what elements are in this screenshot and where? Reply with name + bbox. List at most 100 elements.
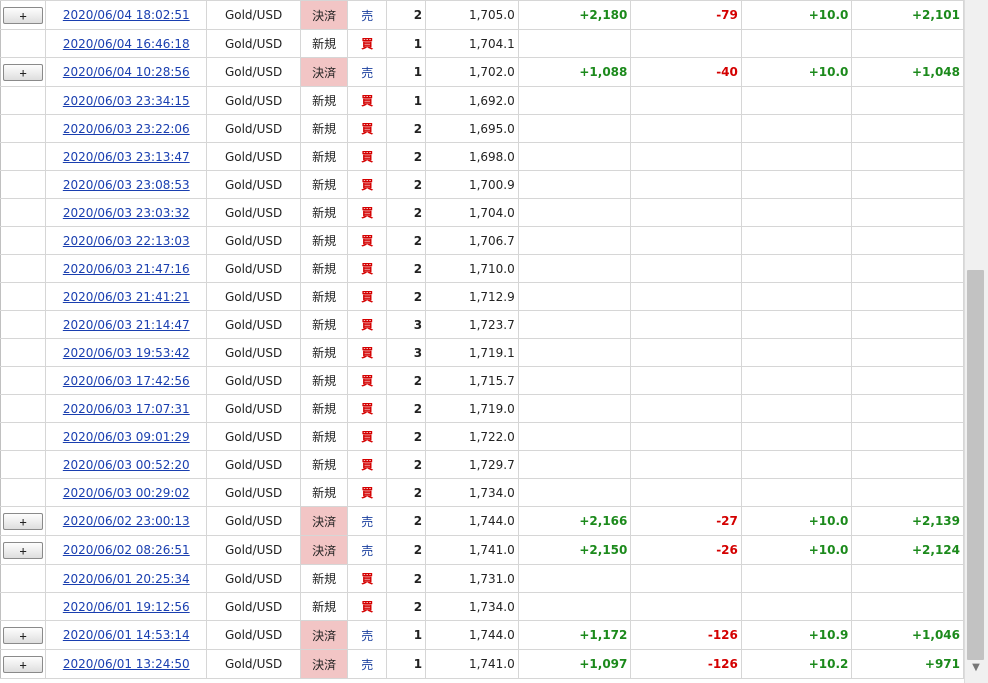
quantity-value: 2 xyxy=(413,401,423,416)
trade-time-cell: 2020/06/01 20:25:34 xyxy=(45,564,208,593)
expand-cell xyxy=(0,29,47,58)
quantity-value: 2 xyxy=(413,121,423,136)
price-value: 1,734.0 xyxy=(468,599,515,614)
side-cell: 買 xyxy=(347,282,388,311)
total-cell xyxy=(851,29,964,58)
trade-time-link[interactable]: 2020/06/03 23:34:15 xyxy=(63,94,190,108)
trade-time-link[interactable]: 2020/06/03 21:47:16 xyxy=(63,262,190,276)
expand-cell xyxy=(0,226,47,255)
profit-loss-cell xyxy=(517,564,632,593)
trade-time-link[interactable]: 2020/06/03 00:52:20 xyxy=(63,458,190,472)
expand-row-button[interactable]: + xyxy=(3,626,44,644)
commission-cell: +10.2 xyxy=(740,649,853,679)
quantity-cell: 2 xyxy=(386,366,427,395)
price-value: 1,722.0 xyxy=(468,429,515,444)
side-cell: 買 xyxy=(347,29,388,58)
trade-time-link[interactable]: 2020/06/03 23:13:47 xyxy=(63,150,190,164)
symbol-value: Gold/USD xyxy=(224,233,283,248)
trade-time-link[interactable]: 2020/06/03 23:22:06 xyxy=(63,122,190,136)
expand-cell xyxy=(0,394,47,423)
quantity-cell: 1 xyxy=(386,29,427,58)
swap-cell xyxy=(630,198,742,227)
table-row: 2020/06/03 17:07:31 Gold/USD 新規 買 2 1,719.0 xyxy=(0,394,964,423)
trade-time-link[interactable]: 2020/06/03 17:42:56 xyxy=(63,374,190,388)
profit-loss-cell xyxy=(517,450,632,479)
symbol-cell: Gold/USD xyxy=(206,564,301,593)
side-cell: 買 xyxy=(347,592,388,621)
table-row: 2020/06/03 00:52:20 Gold/USD 新規 買 2 1,729.7 xyxy=(0,450,964,479)
expand-row-button[interactable]: + xyxy=(3,541,44,559)
trade-time-link[interactable]: 2020/06/01 13:24:50 xyxy=(63,657,190,671)
swap-cell xyxy=(630,29,742,58)
table-row: +2020/06/01 14:53:14 Gold/USD 決済 売 1 1,744.0 +… xyxy=(0,620,964,650)
price-cell: 1,729.7 xyxy=(425,450,519,479)
expand-cell xyxy=(0,478,47,507)
side-value: 売 xyxy=(361,514,374,529)
expand-cell xyxy=(0,422,47,451)
commission-cell xyxy=(740,142,853,171)
trade-time-link[interactable]: 2020/06/03 00:29:02 xyxy=(63,486,190,500)
commission-cell xyxy=(740,86,853,115)
expand-row-button[interactable]: + xyxy=(3,512,44,530)
expand-row-button[interactable]: + xyxy=(3,655,44,673)
expand-cell: + xyxy=(0,0,47,30)
expand-cell xyxy=(0,170,47,199)
trade-time-link[interactable]: 2020/06/01 19:12:56 xyxy=(63,600,190,614)
trade-time-link[interactable]: 2020/06/03 23:03:32 xyxy=(63,206,190,220)
total-cell xyxy=(851,198,964,227)
profit-loss-cell xyxy=(517,29,632,58)
profit-loss-cell: +2,180 xyxy=(517,0,632,30)
trade-time-link[interactable]: 2020/06/04 16:46:18 xyxy=(63,37,190,51)
trade-time-link[interactable]: 2020/06/03 23:08:53 xyxy=(63,178,190,192)
symbol-value: Gold/USD xyxy=(224,65,283,79)
trade-time-link[interactable]: 2020/06/02 23:00:13 xyxy=(63,514,190,528)
trade-type-value: 新規 xyxy=(312,150,337,164)
profit-loss-cell xyxy=(517,338,632,367)
swap-cell xyxy=(630,450,742,479)
trade-time-link[interactable]: 2020/06/04 10:28:56 xyxy=(63,65,190,79)
price-cell: 1,734.0 xyxy=(425,592,519,621)
expand-row-button[interactable]: + xyxy=(3,63,44,81)
total-cell xyxy=(851,86,964,115)
side-value: 売 xyxy=(361,65,374,80)
quantity-value: 2 xyxy=(413,429,423,444)
trade-time-link[interactable]: 2020/06/01 20:25:34 xyxy=(63,572,190,586)
quantity-cell: 3 xyxy=(386,338,427,367)
trade-type-cell: 新規 xyxy=(299,564,349,593)
trade-time-cell: 2020/06/03 17:07:31 xyxy=(45,394,208,423)
swap-cell xyxy=(630,564,742,593)
symbol-cell: Gold/USD xyxy=(206,29,301,58)
trade-time-link[interactable]: 2020/06/03 09:01:29 xyxy=(63,430,190,444)
side-value: 買 xyxy=(361,94,374,108)
swap-cell: -126 xyxy=(630,649,742,679)
profit-loss-cell xyxy=(517,592,632,621)
trade-time-cell: 2020/06/03 09:01:29 xyxy=(45,422,208,451)
total-cell: +2,139 xyxy=(851,506,964,536)
trade-time-link[interactable]: 2020/06/03 21:14:47 xyxy=(63,318,190,332)
trade-time-link[interactable]: 2020/06/03 17:07:31 xyxy=(63,402,190,416)
symbol-cell: Gold/USD xyxy=(206,86,301,115)
trade-time-link[interactable]: 2020/06/03 22:13:03 xyxy=(63,234,190,248)
trade-time-link[interactable]: 2020/06/01 14:53:14 xyxy=(63,628,190,642)
expand-row-button[interactable]: + xyxy=(3,6,44,24)
symbol-value: Gold/USD xyxy=(224,457,283,472)
commission-value: +10.0 xyxy=(808,8,849,22)
table-row: +2020/06/01 13:24:50 Gold/USD 決済 売 1 1,741.0 +… xyxy=(0,649,964,679)
price-cell: 1,723.7 xyxy=(425,310,519,339)
quantity-value: 2 xyxy=(413,289,423,304)
vertical-scrollbar[interactable]: ▼ xyxy=(964,0,988,683)
quantity-value: 2 xyxy=(413,543,423,557)
trade-time-link[interactable]: 2020/06/04 18:02:51 xyxy=(63,8,190,22)
scrollbar-thumb[interactable] xyxy=(967,270,984,660)
triangle-down-icon[interactable]: ▼ xyxy=(969,661,983,675)
trade-time-cell: 2020/06/03 19:53:42 xyxy=(45,338,208,367)
trade-time-link[interactable]: 2020/06/02 08:26:51 xyxy=(63,543,190,557)
profit-loss-cell xyxy=(517,226,632,255)
quantity-cell: 2 xyxy=(386,0,427,30)
commission-cell xyxy=(740,198,853,227)
swap-value: -126 xyxy=(707,657,738,671)
trade-time-link[interactable]: 2020/06/03 21:41:21 xyxy=(63,290,190,304)
trade-time-link[interactable]: 2020/06/03 19:53:42 xyxy=(63,346,190,360)
price-cell: 1,706.7 xyxy=(425,226,519,255)
table-row: 2020/06/03 23:22:06 Gold/USD 新規 買 2 1,695.0 xyxy=(0,114,964,143)
